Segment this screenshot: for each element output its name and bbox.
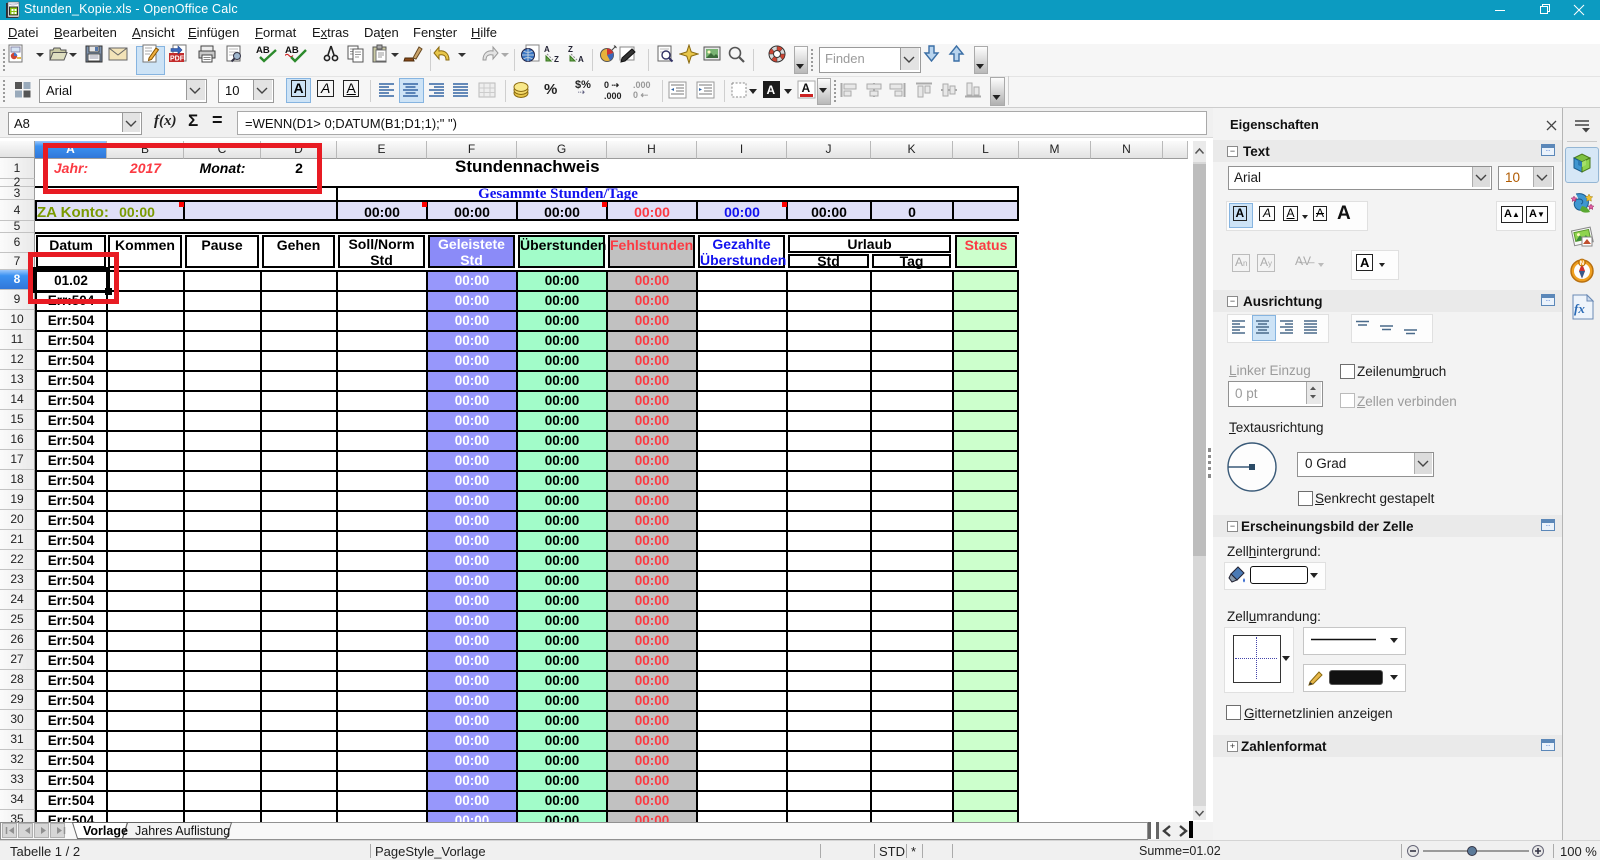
svg-text:Z: Z: [554, 55, 559, 64]
svg-text:AB: AB: [256, 45, 270, 56]
svg-text:Z: Z: [568, 45, 573, 54]
svg-text:A: A: [767, 83, 776, 97]
svg-text:A: A: [544, 45, 550, 54]
svg-text:N: N: [1580, 261, 1584, 267]
svg-text:PDF: PDF: [170, 56, 185, 63]
svg-text:fx: fx: [1574, 301, 1585, 316]
svg-text:A: A: [578, 55, 584, 64]
svg-text:A: A: [802, 81, 811, 95]
